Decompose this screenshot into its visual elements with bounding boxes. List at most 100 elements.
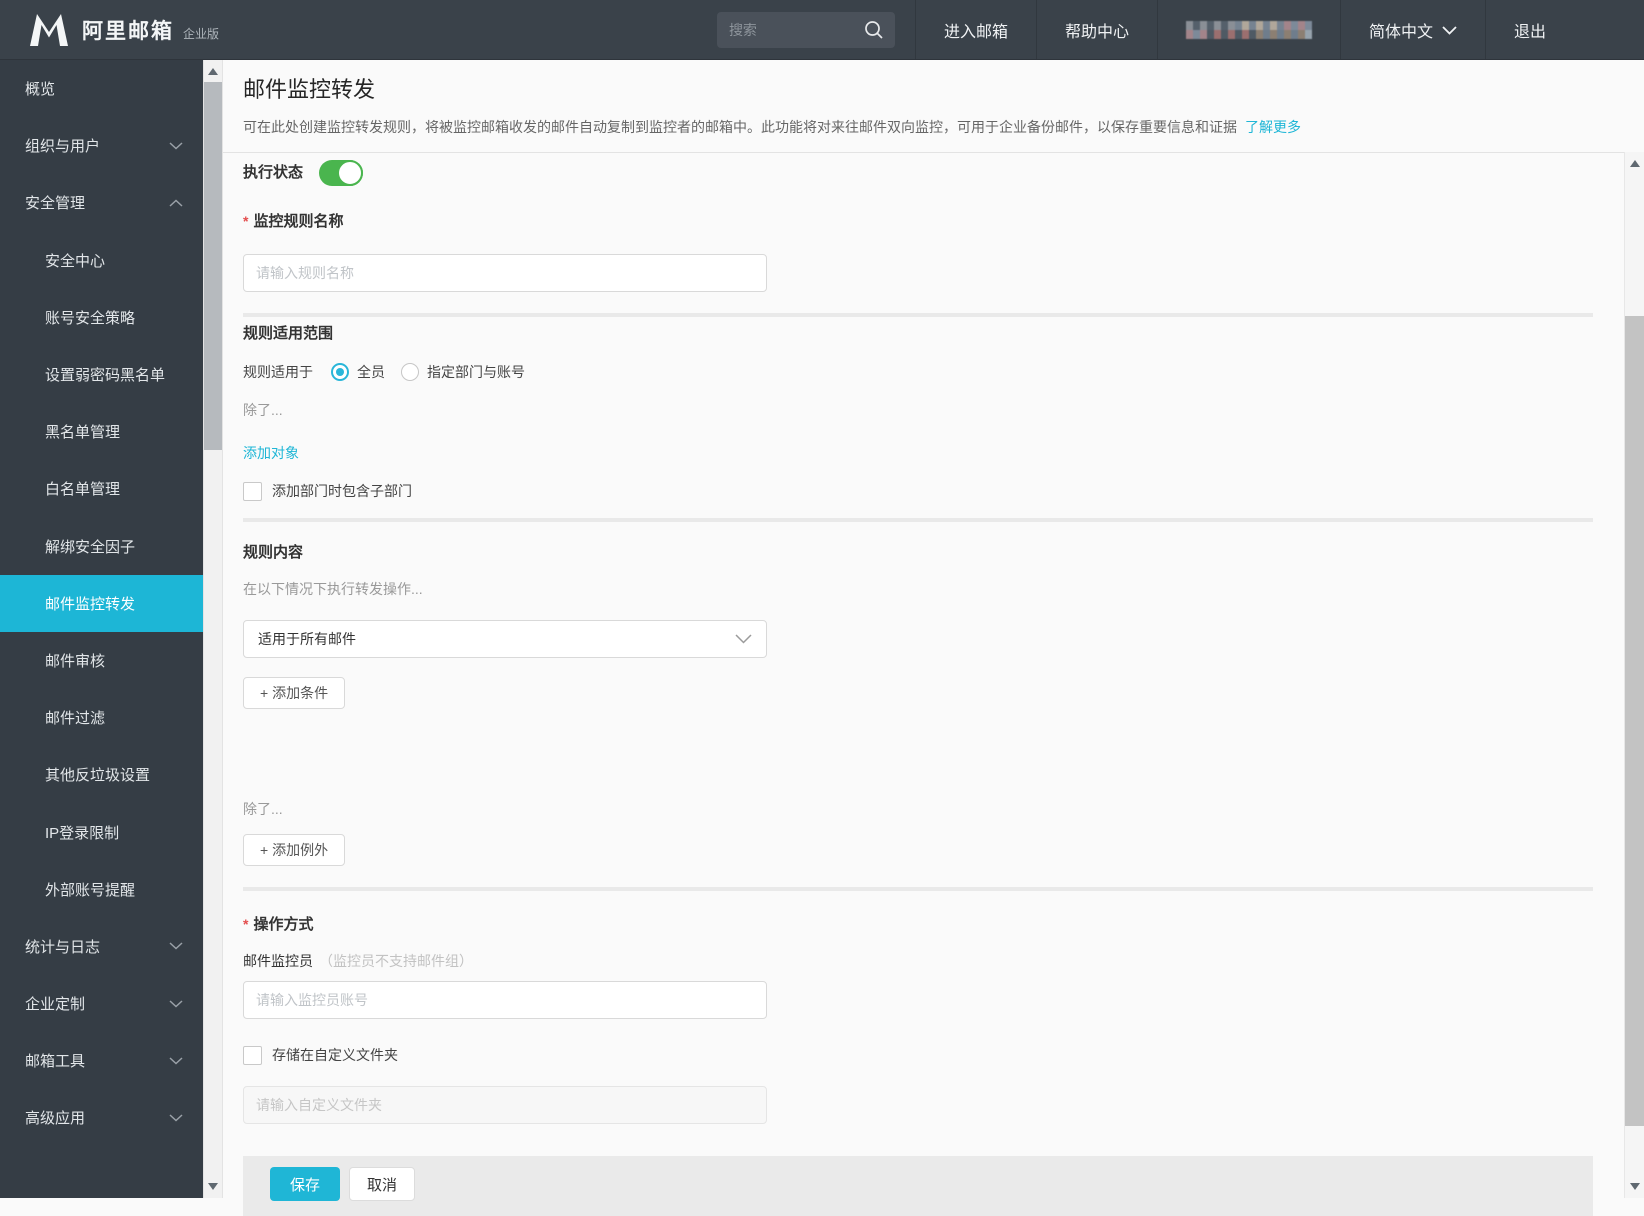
except-text-2: 除了... — [243, 801, 283, 817]
except-text: 除了... — [243, 402, 283, 418]
help-center-button[interactable]: 帮助中心 — [1035, 0, 1157, 59]
custom-folder-input — [243, 1086, 767, 1124]
sidebar-item-label: 概览 — [25, 81, 56, 99]
sidebar-item[interactable]: 企业定制 — [0, 975, 203, 1032]
sidebar-item-label: 高级应用 — [25, 1110, 86, 1128]
sidebar-item-label: 解绑安全因子 — [45, 538, 136, 556]
scope-label: 规则适用于 — [243, 364, 313, 380]
custom-folder-checkbox[interactable] — [243, 1045, 262, 1065]
sidebar-item-label: 账号安全策略 — [45, 309, 136, 327]
scroll-down-arrow-icon[interactable] — [208, 1183, 218, 1190]
top-bar: 阿里邮箱 企业版 进入邮箱 帮助中心 简体中文 退出 — [0, 0, 1644, 60]
chevron-down-icon — [169, 142, 183, 150]
radio-all-members[interactable] — [331, 363, 349, 381]
sidebar-item-label: 安全中心 — [45, 252, 106, 270]
sidebar-item-label: 企业定制 — [25, 996, 86, 1014]
page-description-text: 可在此处创建监控转发规则，将被监控邮箱收发的邮件自动复制到监控者的邮箱中。此功能… — [243, 119, 1237, 135]
account-menu[interactable] — [1156, 0, 1340, 59]
include-sub-dept-checkbox[interactable] — [243, 481, 262, 501]
search-icon[interactable] — [863, 19, 885, 41]
rule-name-input[interactable] — [243, 254, 767, 292]
scroll-up-arrow-icon[interactable] — [1629, 160, 1640, 167]
sidebar-item[interactable]: 统计与日志 — [0, 918, 203, 975]
sidebar-item[interactable]: 设置弱密码黑名单 — [0, 346, 203, 403]
monitor-label: 邮件监控员 — [243, 953, 313, 969]
sidebar-item[interactable]: 解绑安全因子 — [0, 518, 203, 575]
section-divider — [243, 887, 1593, 891]
page-header: 邮件监控转发 可在此处创建监控转发规则，将被监控邮箱收发的邮件自动复制到监控者的… — [243, 60, 1614, 136]
brand-name: 阿里邮箱 — [82, 19, 174, 43]
form-footer: 保存 取消 — [243, 1156, 1593, 1216]
sidebar-item[interactable]: 账号安全策略 — [0, 289, 203, 346]
monitor-account-input[interactable] — [243, 981, 767, 1019]
scroll-up-arrow-icon[interactable] — [208, 68, 218, 75]
sidebar-item-label: 白名单管理 — [45, 481, 121, 499]
sidebar-item[interactable]: 白名单管理 — [0, 460, 203, 517]
scope-radio-row: 规则适用于 全员 指定部门与账号 — [243, 360, 1593, 384]
monitor-rule-form: 执行状态 *监控规则名称 规则适用范围 规则适用于 全员 指定部门与账号 除了.… — [243, 153, 1593, 1216]
add-exception-button[interactable]: + 添加例外 — [243, 834, 346, 866]
radio-specified-depts[interactable] — [401, 363, 419, 381]
sidebar-item-label: 黑名单管理 — [45, 424, 121, 442]
monitor-note: （监控员不支持邮件组） — [319, 953, 473, 969]
sidebar-item[interactable]: 黑名单管理 — [0, 403, 203, 460]
sidebar-item-label: IP登录限制 — [45, 824, 120, 842]
sidebar-item-label: 邮箱工具 — [25, 1053, 86, 1071]
section-divider — [243, 518, 1593, 522]
search-input[interactable] — [726, 20, 863, 39]
learn-more-link[interactable]: 了解更多 — [1245, 119, 1301, 135]
sidebar-item[interactable]: 高级应用 — [0, 1089, 203, 1146]
sidebar-item[interactable]: 邮件监控转发 — [0, 574, 203, 632]
radio-all-members-label[interactable]: 全员 — [357, 362, 385, 382]
action-section-title: * 操作方式 — [243, 914, 1593, 935]
add-condition-button[interactable]: + 添加条件 — [243, 677, 346, 709]
sidebar-scrollbar-thumb[interactable] — [204, 82, 222, 450]
enter-mailbox-button[interactable]: 进入邮箱 — [914, 0, 1036, 59]
sidebar-item[interactable]: 邮箱工具 — [0, 1032, 203, 1089]
condition-select-value: 适用于所有邮件 — [258, 631, 356, 647]
page-description: 可在此处创建监控转发规则，将被监控邮箱收发的邮件自动复制到监控者的邮箱中。此功能… — [243, 118, 1614, 136]
sidebar-item[interactable]: 安全中心 — [0, 232, 203, 289]
sidebar-item-label: 安全管理 — [25, 195, 86, 213]
sidebar-item[interactable]: 概览 — [0, 60, 203, 117]
include-sub-dept-label[interactable]: 添加部门时包含子部门 — [272, 481, 412, 501]
radio-specified-depts-label[interactable]: 指定部门与账号 — [427, 362, 525, 382]
logout-button[interactable]: 退出 — [1484, 0, 1574, 59]
sidebar-item-label: 邮件过滤 — [45, 710, 106, 728]
sidebar-item[interactable]: 安全管理 — [0, 174, 203, 231]
sidebar-item-label: 其他反垃圾设置 — [45, 767, 151, 785]
required-asterisk: * — [243, 213, 249, 229]
condition-select[interactable]: 适用于所有邮件 — [243, 620, 767, 658]
chevron-down-icon — [169, 942, 183, 950]
chevron-down-icon — [1442, 26, 1457, 35]
custom-folder-label[interactable]: 存储在自定义文件夹 — [272, 1045, 398, 1065]
language-selector[interactable]: 简体中文 — [1339, 0, 1485, 59]
cancel-button[interactable]: 取消 — [349, 1167, 416, 1201]
enter-mailbox-label: 进入邮箱 — [943, 23, 1008, 41]
exec-status-label: 执行状态 — [243, 164, 304, 181]
scroll-down-arrow-icon[interactable] — [1629, 1183, 1640, 1190]
content-scrollbar[interactable] — [1624, 152, 1644, 1198]
content-section-title: 规则内容 — [243, 544, 304, 561]
search-box[interactable] — [716, 11, 895, 48]
content-scrollbar-thumb[interactable] — [1625, 316, 1644, 1126]
exec-status-toggle[interactable] — [319, 160, 364, 186]
action-section-title-text: 操作方式 — [253, 916, 314, 933]
sidebar-item[interactable]: 其他反垃圾设置 — [0, 746, 203, 803]
add-target-link[interactable]: 添加对象 — [243, 444, 299, 462]
sidebar-item-label: 设置弱密码黑名单 — [45, 367, 166, 385]
logout-label: 退出 — [1513, 23, 1546, 41]
sidebar-item[interactable]: 组织与用户 — [0, 117, 203, 174]
sidebar-item[interactable]: 邮件审核 — [0, 632, 203, 689]
language-label: 简体中文 — [1368, 23, 1433, 41]
sidebar-item[interactable]: IP登录限制 — [0, 803, 203, 860]
top-nav: 进入邮箱 帮助中心 简体中文 退出 — [914, 0, 1574, 59]
sidebar-item[interactable]: 邮件过滤 — [0, 689, 203, 746]
main-content: 邮件监控转发 可在此处创建监控转发规则，将被监控邮箱收发的邮件自动复制到监控者的… — [223, 60, 1644, 1216]
account-redacted — [1185, 20, 1312, 39]
sidebar-scrollbar[interactable] — [203, 60, 223, 1198]
save-button[interactable]: 保存 — [270, 1167, 341, 1201]
custom-folder-row: 存储在自定义文件夹 — [243, 1045, 1593, 1065]
page-title: 邮件监控转发 — [243, 77, 376, 102]
sidebar-item[interactable]: 外部账号提醒 — [0, 861, 203, 918]
